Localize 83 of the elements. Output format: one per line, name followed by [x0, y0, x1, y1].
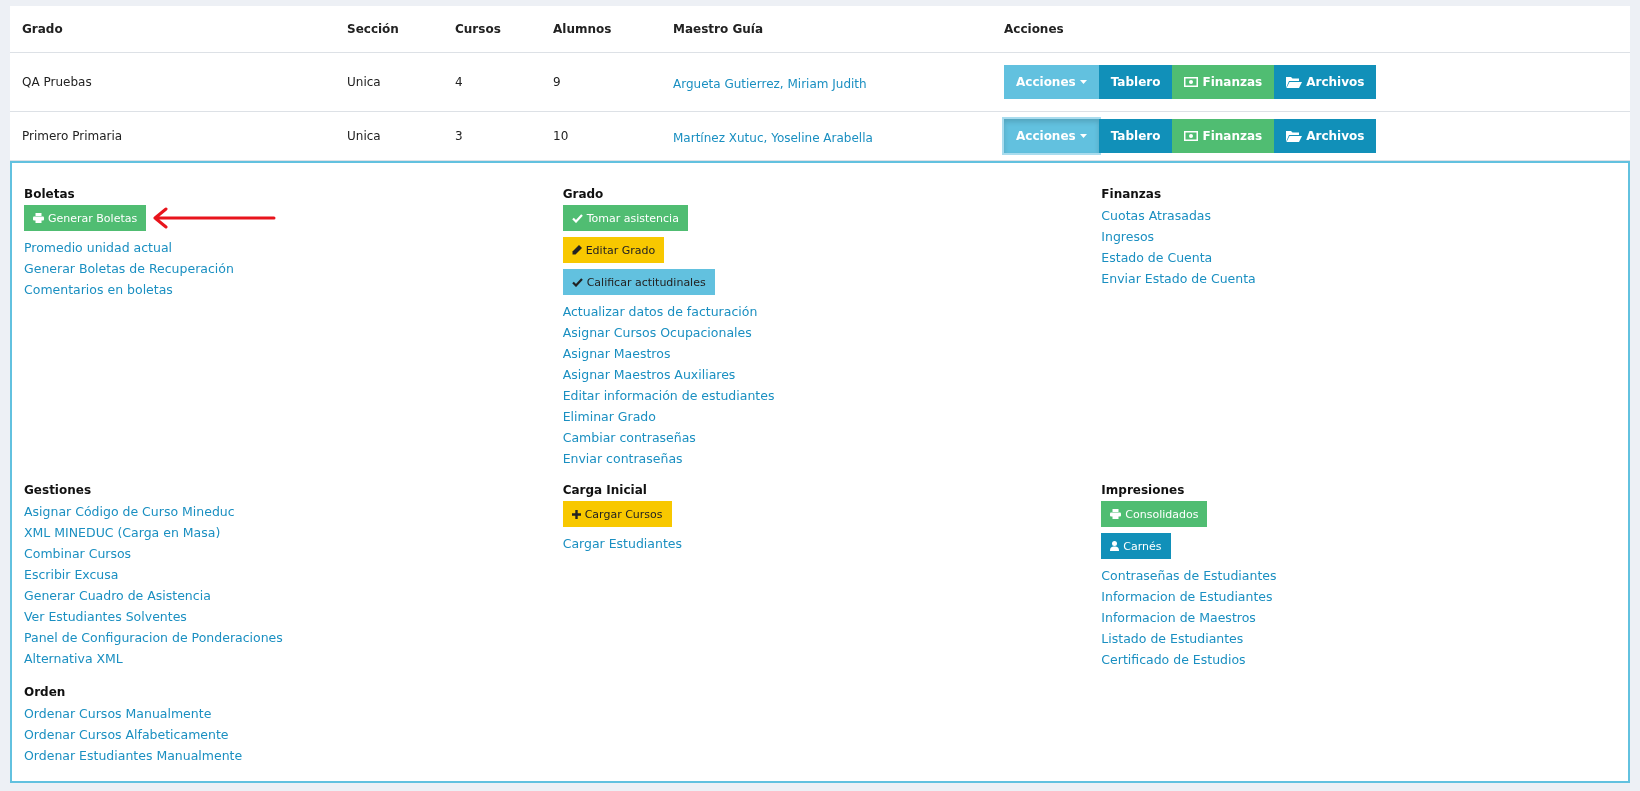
action-button[interactable]: Finanzas [1172, 119, 1275, 153]
checkmark-icon [571, 277, 583, 287]
menu-link[interactable]: Estado de Cuenta [1101, 247, 1213, 268]
folder-icon [1286, 76, 1303, 88]
menu-link[interactable]: Ordenar Cursos Alfabeticamente [24, 724, 229, 745]
menu-link[interactable]: Cuotas Atrasadas [1101, 205, 1211, 226]
caret-icon [1079, 134, 1087, 138]
menu-link[interactable]: Informacion de Estudiantes [1101, 586, 1273, 607]
folder-icon [1286, 130, 1303, 142]
column-header: Maestro Guía [673, 22, 764, 36]
action-button[interactable]: Consolidados [1101, 501, 1208, 527]
menu-link[interactable]: Combinar Cursos [24, 543, 132, 564]
pencil-icon [571, 245, 582, 255]
menu-link[interactable]: Asignar Cursos Ocupacionales [562, 322, 752, 343]
section-heading: Finanzas [1101, 187, 1162, 201]
menu-link[interactable]: Listado de Estudiantes [1101, 628, 1244, 649]
section-heading: Gestiones [24, 483, 92, 497]
table-cell-text: Unica [347, 75, 382, 89]
menu-link[interactable]: Generar Boletas de Recuperación [24, 258, 234, 279]
menu-link[interactable]: Comentarios en boletas [24, 279, 173, 300]
section-heading: Grado [562, 187, 604, 201]
teacher-link[interactable]: Martínez Xutuc, Yoseline Arabella [673, 130, 873, 145]
table-cell-text: QA Pruebas [22, 75, 93, 89]
table-cell-text: 4 [455, 75, 464, 89]
column-header: Cursos [455, 22, 502, 36]
printer-icon [33, 213, 44, 223]
action-button[interactable]: Archivos [1274, 65, 1377, 99]
menu-link[interactable]: Alternativa XML [24, 648, 123, 669]
action-button[interactable]: Generar Boletas [24, 205, 147, 231]
menu-link[interactable]: Panel de Configuracion de Ponderaciones [24, 627, 283, 648]
menu-link[interactable]: Editar información de estudiantes [562, 385, 775, 406]
menu-link[interactable]: Enviar contraseñas [562, 448, 683, 469]
table-cell-text: 9 [553, 75, 562, 89]
banknote-icon [1184, 131, 1199, 141]
menu-link[interactable]: Asignar Maestros Auxiliares [562, 364, 736, 385]
person-icon [1110, 541, 1120, 551]
action-button[interactable]: Finanzas [1172, 65, 1275, 99]
checkmark-icon [571, 213, 583, 223]
caret-icon [1079, 80, 1087, 84]
table-cell-text: 3 [455, 129, 464, 143]
menu-link[interactable]: Certificado de Estudios [1101, 649, 1246, 670]
column-header: Alumnos [553, 22, 613, 36]
menu-link[interactable]: Generar Cuadro de Asistencia [24, 585, 211, 606]
menu-link[interactable]: XML MINEDUC (Carga en Masa) [24, 522, 221, 543]
section-heading: Orden [24, 685, 66, 699]
menu-link[interactable]: Contraseñas de Estudiantes [1101, 565, 1277, 586]
menu-link[interactable]: Informacion de Maestros [1101, 607, 1256, 628]
table-cell-text: Primero Primaria [22, 129, 124, 143]
actions-dropdown[interactable]: Acciones [1004, 65, 1099, 99]
section-heading: Impresiones [1101, 483, 1185, 497]
section-heading: Carga Inicial [562, 483, 647, 497]
menu-link[interactable]: Promedio unidad actual [24, 237, 173, 258]
action-button[interactable]: Tablero [1098, 119, 1173, 153]
table-cell-text: 10 [553, 129, 570, 143]
column-header: Grado [22, 22, 64, 36]
menu-link[interactable]: Asignar Maestros [562, 343, 671, 364]
table-cell-text: Unica [347, 129, 382, 143]
plus-icon [571, 509, 581, 519]
banknote-icon [1184, 77, 1199, 87]
section-heading: Boletas [24, 187, 75, 201]
action-button[interactable]: Tomar asistencia [562, 205, 688, 231]
menu-link[interactable]: Enviar Estado de Cuenta [1101, 268, 1256, 289]
column-header: Acciones [1004, 22, 1065, 36]
actions-dropdown[interactable]: Acciones [1004, 119, 1099, 153]
menu-link[interactable]: Ordenar Estudiantes Manualmente [24, 745, 243, 766]
menu-link[interactable]: Cambiar contraseñas [562, 427, 696, 448]
menu-link[interactable]: Escribir Excusa [24, 564, 119, 585]
action-button[interactable]: Tablero [1098, 65, 1173, 99]
action-button[interactable]: Carnés [1101, 533, 1171, 559]
menu-link[interactable]: Ordenar Cursos Manualmente [24, 703, 212, 724]
action-button[interactable]: Archivos [1274, 119, 1377, 153]
menu-link[interactable]: Actualizar datos de facturación [562, 301, 758, 322]
menu-link[interactable]: Asignar Código de Curso Mineduc [24, 501, 235, 522]
action-button[interactable]: Calificar actitudinales [562, 269, 715, 295]
action-button[interactable]: Editar Grado [562, 237, 665, 263]
printer-icon [1110, 509, 1122, 519]
menu-link[interactable]: Ver Estudiantes Solventes [24, 606, 187, 627]
action-button[interactable]: Cargar Cursos [562, 501, 672, 527]
column-header: Sección [347, 22, 400, 36]
teacher-link[interactable]: Argueta Gutierrez, Miriam Judith [673, 76, 867, 91]
menu-link[interactable]: Cargar Estudiantes [562, 533, 682, 554]
menu-link[interactable]: Eliminar Grado [562, 406, 656, 427]
menu-link[interactable]: Ingresos [1101, 226, 1155, 247]
